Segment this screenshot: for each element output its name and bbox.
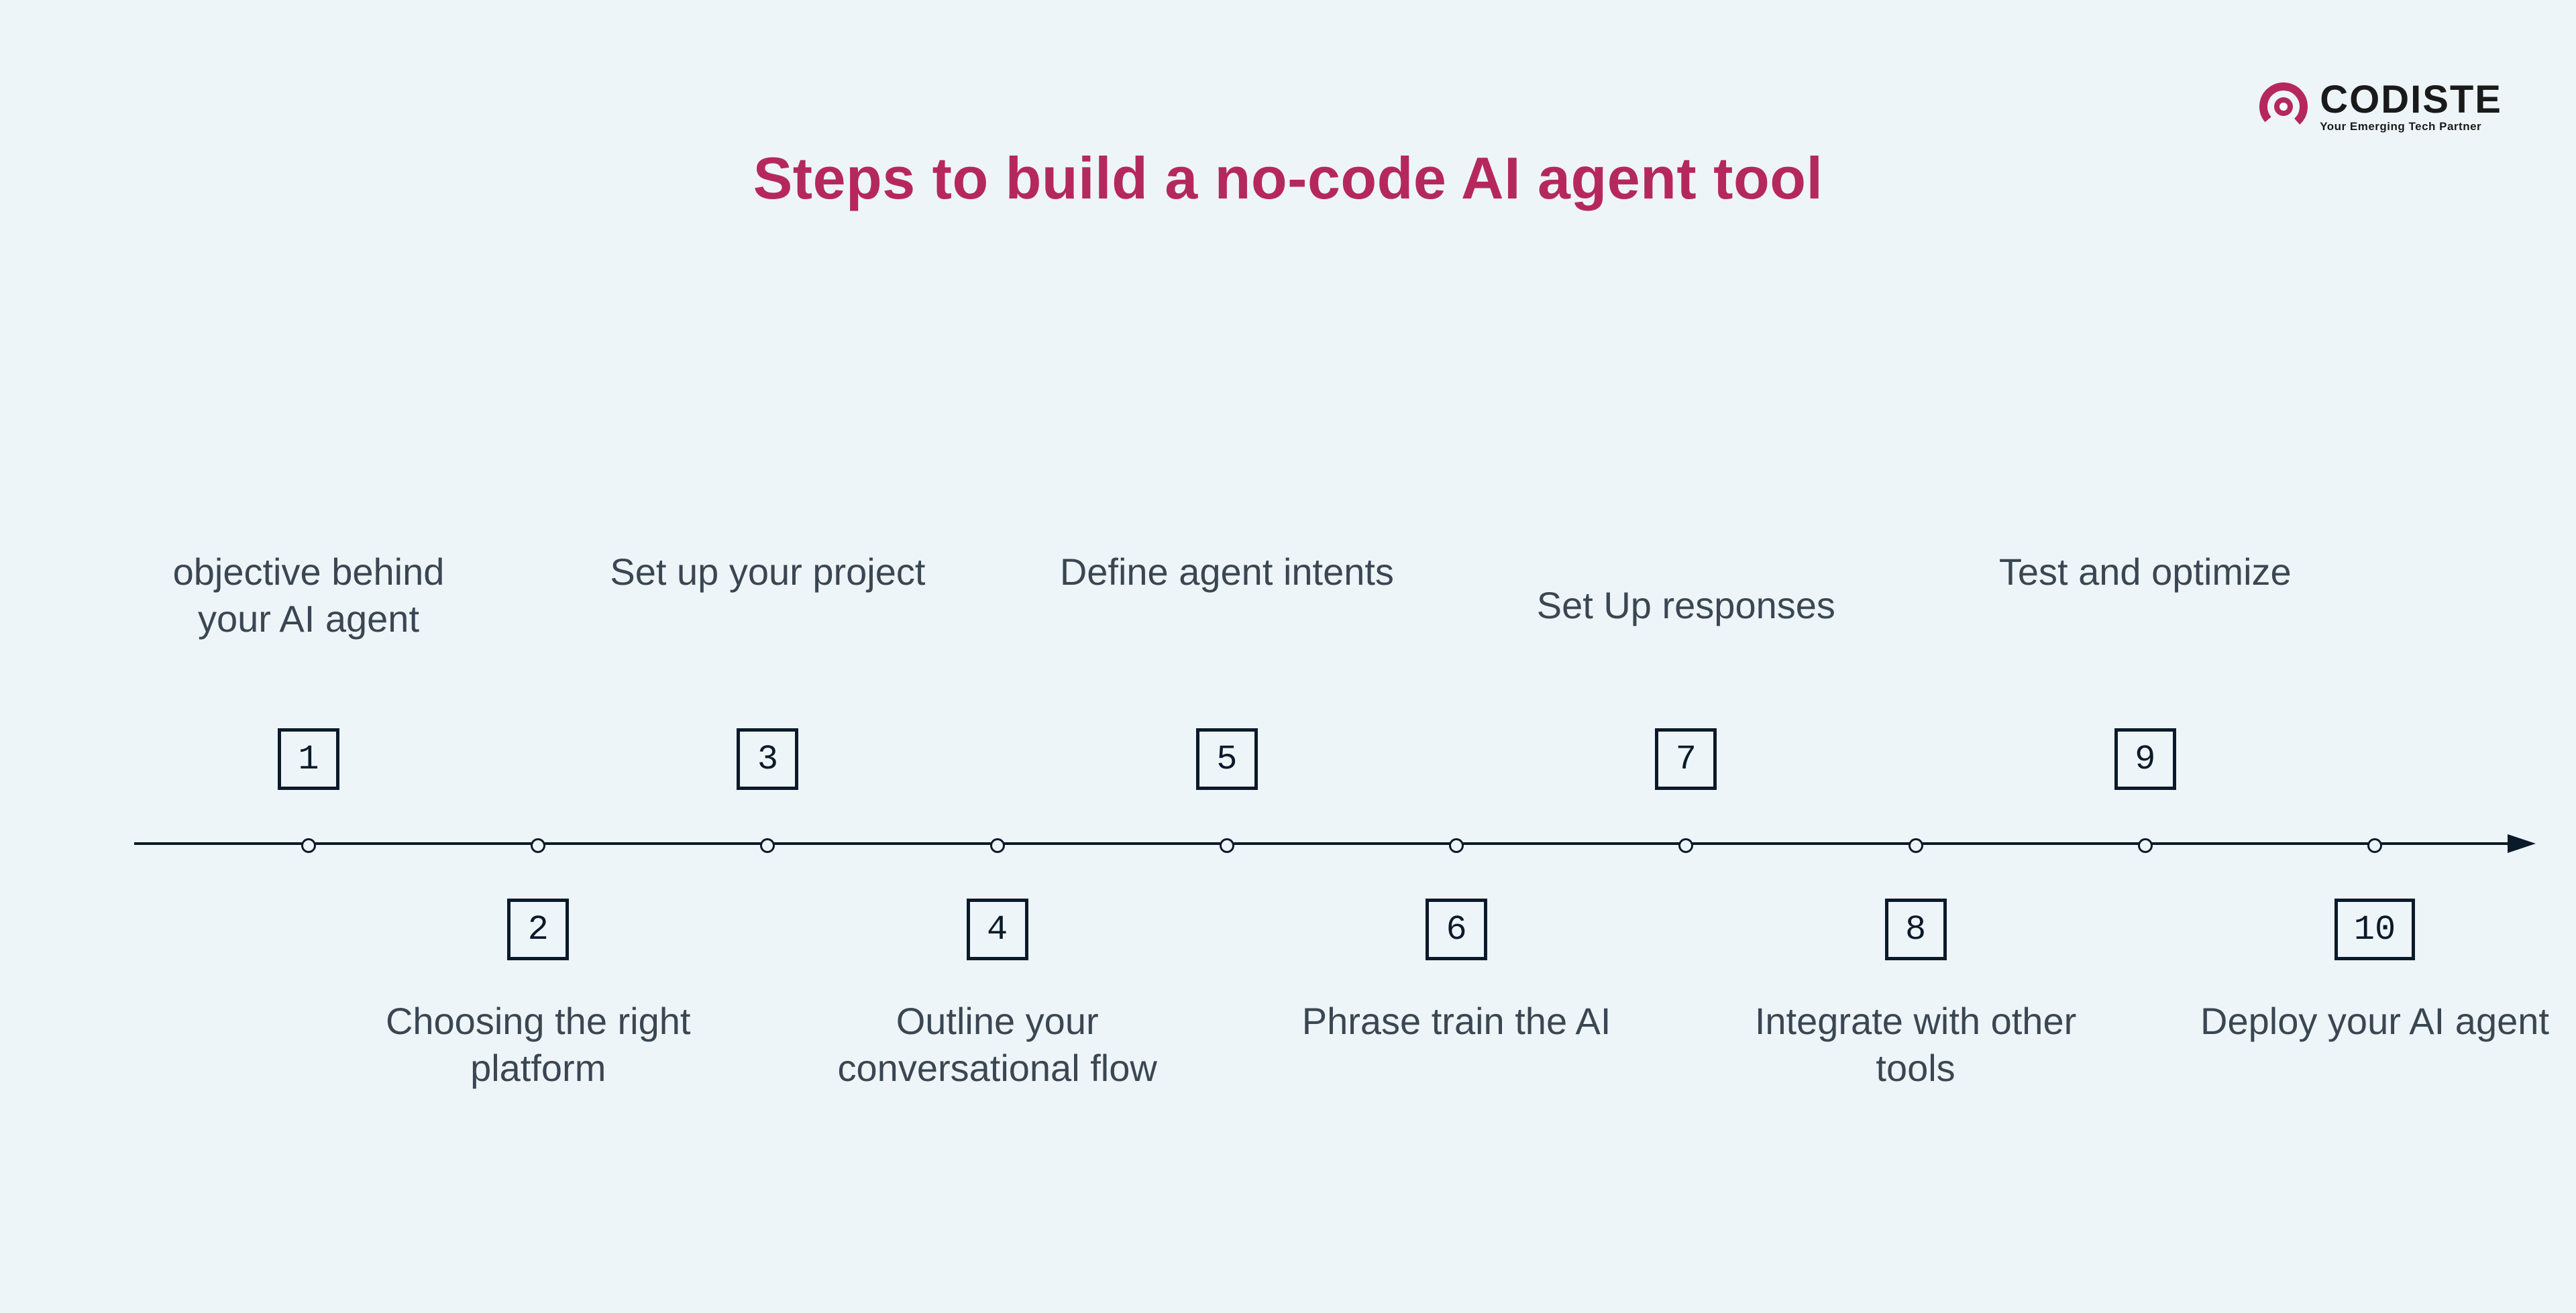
- step-label: Set up your project: [593, 549, 942, 595]
- step-number-box: 4: [967, 899, 1028, 960]
- timeline-tick: [1678, 838, 1693, 853]
- step-number-box: 1: [278, 728, 339, 790]
- step-number-box: 5: [1196, 728, 1258, 790]
- step-label: Outline your conversational flow: [823, 998, 1172, 1092]
- logo-tagline: Your Emerging Tech Partner: [2320, 121, 2502, 132]
- step-number-box: 2: [507, 899, 569, 960]
- timeline-tick: [2138, 838, 2153, 853]
- timeline-tick: [1909, 838, 1923, 853]
- logo-name: CODISTE: [2320, 80, 2502, 119]
- step-label: Deploy your AI agent: [2200, 998, 2549, 1045]
- timeline-tick: [531, 838, 545, 853]
- step-number-box: 7: [1655, 728, 1717, 790]
- timeline-tick: [1449, 838, 1464, 853]
- step-number-box: 8: [1885, 899, 1947, 960]
- step-number-box: 3: [737, 728, 798, 790]
- step-number-box: 10: [2334, 899, 2415, 960]
- step-label: Choosing the right platform: [364, 998, 712, 1092]
- timeline-tick: [760, 838, 775, 853]
- timeline-tick: [2367, 838, 2382, 853]
- step-label: Set Up responses: [1511, 582, 1860, 629]
- diagram-canvas: Steps to build a no-code AI agent tool C…: [0, 0, 2576, 1313]
- page-title: Steps to build a no-code AI agent tool: [0, 144, 2576, 213]
- brand-logo: CODISTE Your Emerging Tech Partner: [2259, 80, 2502, 132]
- timeline-tick: [1220, 838, 1234, 853]
- timeline-line: [134, 842, 2509, 845]
- timeline-tick: [301, 838, 316, 853]
- step-number-box: 6: [1426, 899, 1487, 960]
- step-label: Define agent intents: [1053, 549, 1401, 595]
- arrow-right-icon: [2508, 834, 2536, 853]
- timeline-tick: [990, 838, 1005, 853]
- step-label: Phrase train the AI: [1282, 998, 1631, 1045]
- step-number-box: 9: [2114, 728, 2176, 790]
- logo-mark-icon: [2259, 82, 2308, 131]
- step-label: objective behind your AI agent: [134, 549, 483, 642]
- step-label: Test and optimize: [1971, 549, 2320, 595]
- step-label: Integrate with other tools: [1741, 998, 2090, 1092]
